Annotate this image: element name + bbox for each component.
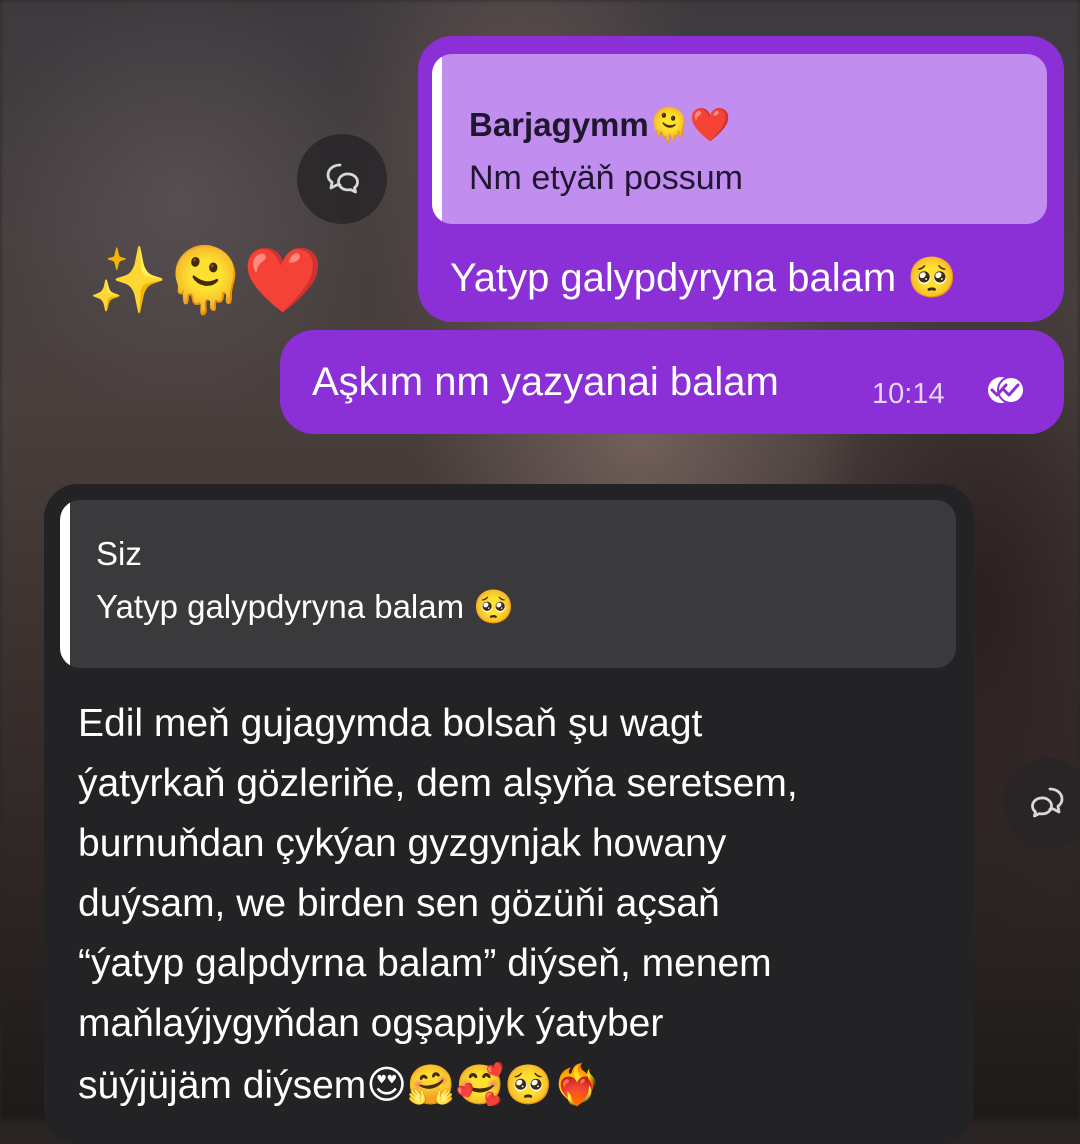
message-line: maňlaýjygyňdan ogşapjyk ýatyber bbox=[78, 1002, 664, 1045]
message-line: Edil meň gujagymda bolsaň şu wagt bbox=[78, 702, 703, 745]
comment-button[interactable] bbox=[297, 134, 387, 224]
message-text: Aşkım nm yazyanai balam bbox=[312, 360, 779, 404]
message-line: ýatyrkaň gözleriňe, dem alşyňa seretsem, bbox=[78, 762, 798, 805]
quoted-message[interactable]: Siz Yatyp galypdyryna balam 🥺 bbox=[60, 500, 956, 668]
comment-icon bbox=[326, 163, 359, 194]
message-reactions[interactable]: ✨🫠❤️ bbox=[88, 248, 323, 312]
comment-icon bbox=[1031, 787, 1064, 818]
quote-bar bbox=[432, 54, 442, 224]
double-check-icon bbox=[988, 376, 1025, 404]
quoted-message[interactable]: Barjagymm🫠❤️ Nm etyäň possum bbox=[432, 54, 1047, 224]
quote-author: Siz bbox=[96, 535, 142, 572]
message-line: “ýatyp galpdyrna balam” diýseň, menem bbox=[78, 942, 772, 985]
message-time: 10:14 bbox=[872, 378, 945, 410]
quote-author: Barjagymm🫠❤️ bbox=[469, 106, 731, 143]
message-line: duýsam, we birden sen gözüňi açsaň bbox=[78, 882, 720, 925]
quote-text: Yatyp galypdyryna balam 🥺 bbox=[96, 588, 515, 625]
message-line: süýjüjäm diýsem😍🤗🥰🥺❤️‍🔥 bbox=[78, 1064, 602, 1107]
message-text: Yatyp galypdyryna balam 🥺 bbox=[450, 256, 958, 300]
quote-text: Nm etyäň possum bbox=[469, 159, 743, 197]
outgoing-message-bubble[interactable]: Aşkım nm yazyanai balam 10:14 bbox=[280, 330, 1064, 434]
message-line: burnuňdan çykýan gyzgynjak howany bbox=[78, 822, 727, 865]
outgoing-reply-bubble[interactable]: Barjagymm🫠❤️ Nm etyäň possum Yatyp galyp… bbox=[418, 36, 1064, 322]
incoming-reply-bubble[interactable]: Siz Yatyp galypdyryna balam 🥺 Edil meň g… bbox=[44, 484, 974, 1144]
quote-bar bbox=[60, 500, 70, 668]
